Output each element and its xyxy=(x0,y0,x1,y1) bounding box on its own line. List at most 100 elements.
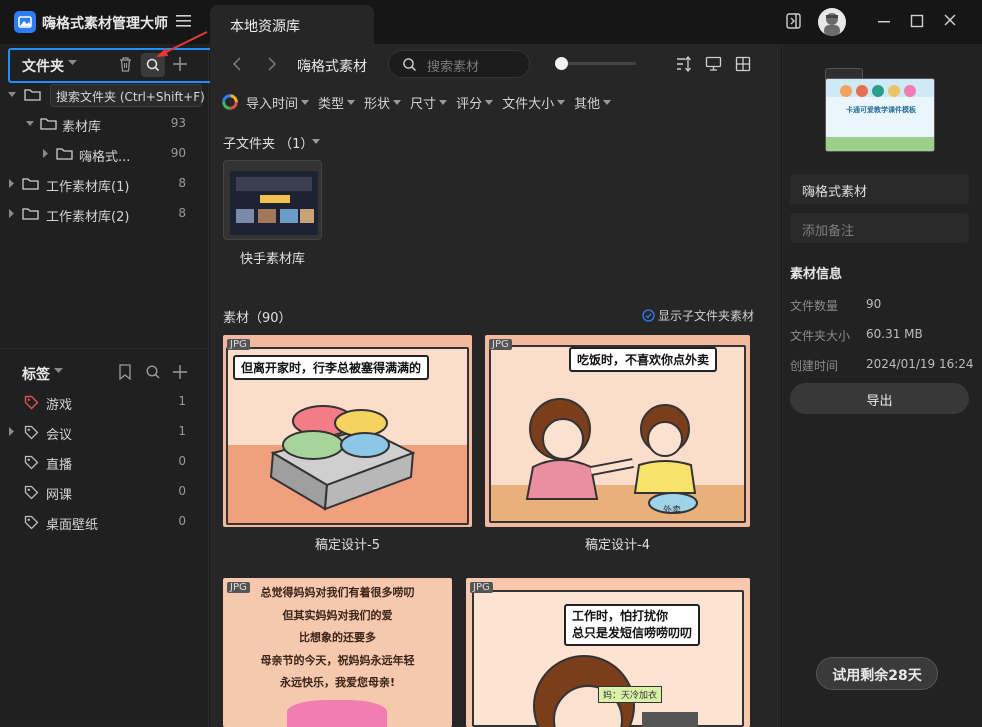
tab-local-library[interactable]: 本地资源库 xyxy=(210,5,374,44)
note-field[interactable]: 添加备注 xyxy=(790,213,969,243)
breadcrumb: 嗨格式素材 xyxy=(297,59,367,75)
asset-card[interactable]: JPG 工作时，怕打扰你 总只是发短信唠唠叨叨 妈：天冷加衣 xyxy=(466,578,750,727)
search-icon xyxy=(403,58,417,72)
phone-message: 妈：天冷加衣 xyxy=(598,686,663,703)
trash-icon[interactable] xyxy=(118,56,133,72)
asset-card[interactable]: JPG 但离开家时，行李总被塞得满满的 xyxy=(223,335,472,527)
file-type-badge: JPG xyxy=(489,339,512,350)
show-subfolder-toggle[interactable]: 显示子文件夹素材 xyxy=(642,307,754,324)
info-value: 60.31 MB xyxy=(866,327,923,341)
filter-shape[interactable]: 形状 xyxy=(364,93,402,112)
panel-toggle-icon[interactable] xyxy=(786,12,802,30)
trial-button[interactable]: 试用剩余28天 xyxy=(816,657,938,690)
folder-label: 工作素材库(1) xyxy=(46,180,130,195)
bowl-label: 外卖 xyxy=(663,506,682,516)
comic-caption: 吃饭时，不喜欢你点外卖 xyxy=(569,347,718,372)
tree-row-folder[interactable]: 素材库 93 xyxy=(0,109,208,139)
tag-item[interactable]: 桌面壁纸 0 xyxy=(0,507,208,537)
folder-icon xyxy=(22,178,39,190)
export-button[interactable]: 导出 xyxy=(790,383,969,414)
search-folder-tooltip: 搜索文件夹 (Ctrl+Shift+F) xyxy=(50,84,205,107)
tag-label: 会议 xyxy=(46,428,73,443)
filter-label: 形状 xyxy=(364,96,391,112)
chevron-down-icon[interactable] xyxy=(312,139,320,144)
chevron-down-icon[interactable] xyxy=(68,60,77,66)
chevron-right-icon xyxy=(9,427,14,436)
tree-row-folder[interactable]: 嗨格式... 90 xyxy=(0,139,208,169)
app-title: 嗨格式素材管理大师 xyxy=(42,16,168,32)
tag-item[interactable]: 直播 0 xyxy=(0,447,208,477)
chevron-down-icon xyxy=(439,99,448,105)
name-field[interactable]: 嗨格式素材 xyxy=(790,174,969,204)
chevron-right-icon xyxy=(43,149,48,158)
folder-count: 8 xyxy=(178,176,186,190)
chevron-down-icon[interactable] xyxy=(54,368,63,374)
folder-section-title[interactable]: 文件夹 xyxy=(22,56,64,76)
subfolder-thumbnail[interactable] xyxy=(223,160,322,240)
search-icon[interactable] xyxy=(145,364,161,380)
avatar[interactable] xyxy=(818,8,846,36)
color-filter-icon[interactable] xyxy=(222,94,238,110)
decorative-shape xyxy=(287,700,387,727)
suitcase-illustration xyxy=(269,405,416,511)
asset-card[interactable]: JPG 吃饭时，不喜欢你点外卖 外卖 xyxy=(485,335,750,527)
minimize-icon[interactable] xyxy=(877,12,891,30)
zoom-slider-handle[interactable] xyxy=(555,57,568,70)
chevron-down-icon xyxy=(301,99,310,105)
filter-file-size[interactable]: 文件大小 xyxy=(502,93,566,112)
sidebar-divider[interactable] xyxy=(0,348,208,349)
filter-type[interactable]: 类型 xyxy=(318,93,356,112)
tree-row-folder[interactable]: 工作素材库(2) 8 xyxy=(0,199,208,229)
show-subfolder-label: 显示子文件夹素材 xyxy=(658,309,755,323)
filter-other[interactable]: 其他 xyxy=(574,93,612,112)
grid-layout-icon[interactable] xyxy=(735,56,751,72)
preview-caption: 卡通可爱教学课件模板 xyxy=(846,106,916,114)
chevron-down-icon xyxy=(603,99,612,105)
poster-line: 总觉得妈妈对我们有着很多唠叨 xyxy=(260,586,415,599)
tag-count: 1 xyxy=(178,394,186,408)
asset-name: 稿定设计-4 xyxy=(585,538,650,553)
asset-card[interactable]: JPG 总觉得妈妈对我们有着很多唠叨 但其实妈妈对我们的爱 比想象的还要多 母亲… xyxy=(223,578,452,727)
tag-count: 0 xyxy=(178,514,186,528)
display-mode-icon[interactable] xyxy=(705,56,722,72)
assets-header: 素材（90） xyxy=(223,311,292,326)
tag-icon xyxy=(24,455,39,470)
forward-icon[interactable] xyxy=(266,57,278,71)
tag-section-title[interactable]: 标签 xyxy=(22,364,50,384)
chevron-right-icon xyxy=(9,179,14,188)
search-input[interactable]: 搜索素材 xyxy=(388,50,530,78)
folder-preview: 卡通可爱教学课件模板 xyxy=(825,78,935,152)
checkbox-checked-icon xyxy=(642,309,655,322)
close-icon[interactable] xyxy=(943,12,957,30)
asset-name: 稿定设计-5 xyxy=(315,538,380,553)
filter-rating[interactable]: 评分 xyxy=(456,93,494,112)
filter-import-time[interactable]: 导入时间 xyxy=(246,93,310,112)
tag-item[interactable]: 网课 0 xyxy=(0,477,208,507)
tag-label: 直播 xyxy=(46,458,73,473)
tag-item[interactable]: 游戏 1 xyxy=(0,387,208,417)
comic-caption: 但离开家时，行李总被塞得满满的 xyxy=(233,355,430,380)
folder-icon xyxy=(22,208,39,220)
poster-line: 但其实妈妈对我们的爱 xyxy=(282,608,393,622)
folder-count: 93 xyxy=(170,116,186,130)
sort-icon[interactable] xyxy=(676,56,692,72)
zoom-slider[interactable] xyxy=(562,62,636,65)
filter-size[interactable]: 尺寸 xyxy=(410,93,448,112)
chevron-down-icon xyxy=(393,99,402,105)
bookmark-icon[interactable] xyxy=(118,364,132,380)
add-tag-icon[interactable] xyxy=(172,364,188,380)
folder-label: 工作素材库(2) xyxy=(46,210,130,225)
tag-icon xyxy=(24,485,39,500)
maximize-icon[interactable] xyxy=(910,12,924,30)
filter-label: 其他 xyxy=(574,96,601,112)
back-icon[interactable] xyxy=(231,57,243,71)
annotation-arrow-icon xyxy=(152,30,210,60)
tag-item[interactable]: 会议 1 xyxy=(0,417,208,447)
subfolder-name: 快手素材库 xyxy=(239,252,305,267)
subfolder-header[interactable]: 子文件夹 （1） xyxy=(223,133,313,152)
tree-row-folder[interactable]: 工作素材库(1) 8 xyxy=(0,169,208,199)
folder-icon xyxy=(56,148,73,160)
poster-line: 比想象的还要多 xyxy=(299,631,376,644)
poster-line: 母亲节的今天，祝妈妈永远年轻 xyxy=(260,653,415,667)
menu-icon[interactable] xyxy=(176,14,192,28)
